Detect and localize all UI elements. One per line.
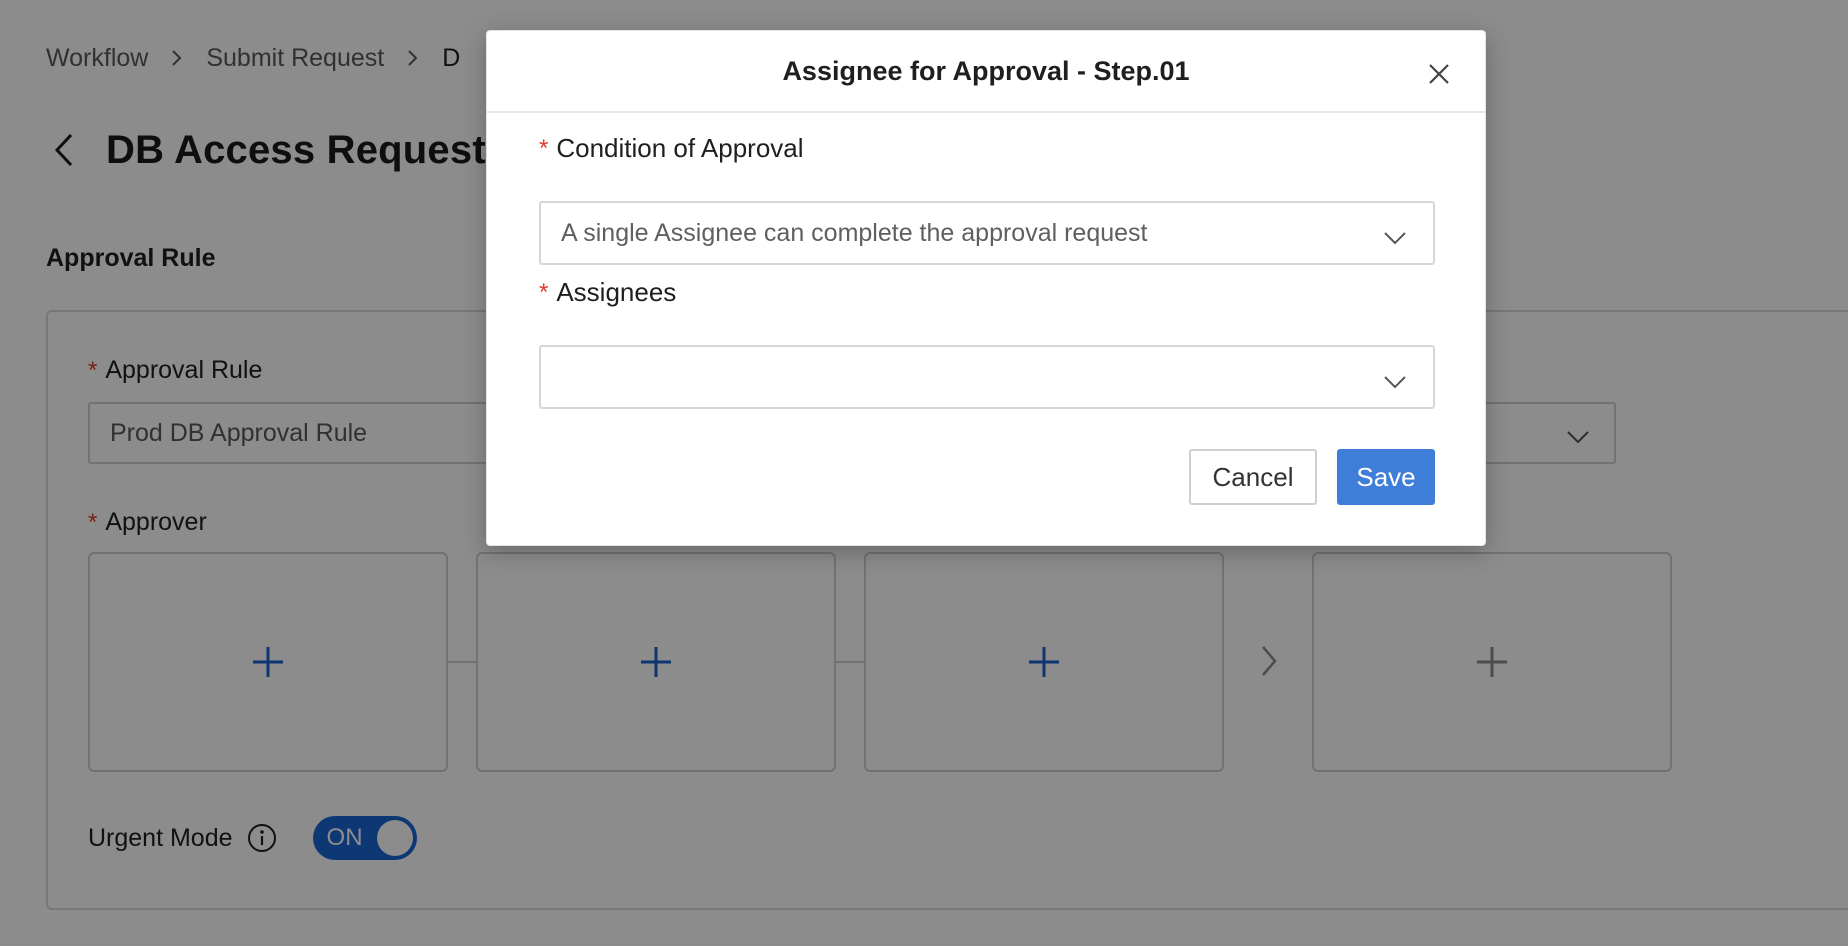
- required-marker: *: [539, 134, 549, 162]
- condition-value: A single Assignee can complete the appro…: [561, 218, 1148, 247]
- close-icon[interactable]: [1427, 62, 1451, 86]
- chevron-down-icon: [1383, 367, 1407, 396]
- modal-title: Assignee for Approval - Step.01: [782, 55, 1190, 86]
- modal-header: Assignee for Approval - Step.01: [487, 31, 1485, 113]
- save-button[interactable]: Save: [1337, 449, 1435, 505]
- condition-label: * Condition of Approval: [539, 133, 804, 163]
- chevron-down-icon: [1383, 223, 1407, 252]
- assignee-modal: Assignee for Approval - Step.01 * Condit…: [486, 30, 1486, 546]
- assignees-select[interactable]: [539, 345, 1435, 409]
- condition-select[interactable]: A single Assignee can complete the appro…: [539, 201, 1435, 265]
- assignees-label: * Assignees: [539, 277, 677, 307]
- cancel-button[interactable]: Cancel: [1189, 449, 1317, 505]
- required-marker: *: [539, 278, 549, 306]
